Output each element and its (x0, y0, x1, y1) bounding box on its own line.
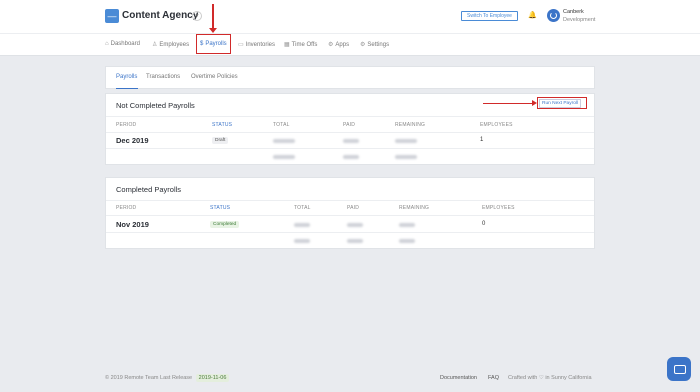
tab-transactions[interactable]: Transactions (146, 74, 180, 80)
header-remaining: REMAINING (399, 205, 430, 211)
tab-payrolls[interactable]: Payrolls (116, 74, 137, 80)
faq-link[interactable]: FAQ (488, 375, 499, 381)
annotation-highlight-payrolls (196, 34, 231, 54)
remaining-value (399, 223, 415, 227)
apps-icon: ⚙ (328, 42, 334, 48)
user-icon: ♙ (152, 42, 158, 48)
main-navigation: ⌂ Dashboard ♙ Employees $ Payrolls ▭ Invento… (0, 33, 700, 56)
employee-count: 0 (482, 221, 486, 227)
employee-count: 1 (480, 137, 484, 143)
user-name[interactable]: Canberk (563, 9, 584, 15)
completed-payrolls-card: Completed Payrolls PERIOD STATUS TOTAL P… (105, 177, 595, 249)
nav-item-settings[interactable]: ⚙ Settings (360, 41, 389, 48)
tab-overtime-policies[interactable]: Overtime Policies (191, 74, 238, 80)
payroll-tabs: Payrolls Transactions Overtime Policies (105, 66, 595, 89)
switch-to-employee-button[interactable]: Switch To Employee (461, 11, 518, 21)
annotation-highlight-run (537, 97, 587, 109)
card-title: Completed Payrolls (116, 185, 182, 194)
total-sum (294, 239, 310, 243)
paid-value (343, 139, 359, 143)
header-period: PERIOD (116, 122, 137, 128)
header-total: TOTAL (294, 205, 311, 211)
annotation-arrow-head (209, 28, 217, 33)
user-organization: Development (563, 17, 596, 23)
header-period: PERIOD (116, 205, 137, 211)
header-employees: EMPLOYEES (482, 205, 515, 211)
status-badge: Draft (212, 137, 229, 144)
payroll-period[interactable]: Dec 2019 (116, 136, 149, 145)
total-sum (273, 155, 295, 159)
dashboard-icon: ⌂ (105, 41, 109, 47)
header-paid: PAID (347, 205, 360, 211)
header-employees: EMPLOYEES (480, 122, 513, 128)
paid-sum (347, 239, 363, 243)
header-total: TOTAL (273, 122, 290, 128)
divider (106, 200, 594, 201)
header-status[interactable]: STATUS (212, 122, 232, 128)
status-badge: Completed (210, 221, 240, 228)
header-paid: PAID (343, 122, 356, 128)
nav-item-dashboard[interactable]: ⌂ Dashboard (105, 41, 140, 47)
inventory-icon: ▭ (238, 42, 244, 48)
chevron-down-icon[interactable]: ▼ (192, 11, 202, 21)
company-name[interactable]: Content Agency (122, 9, 198, 23)
divider (106, 132, 594, 133)
chat-icon[interactable] (667, 357, 691, 381)
nav-item-inventories[interactable]: ▭ Inventories (238, 41, 275, 48)
paid-sum (343, 155, 359, 159)
header-status[interactable]: STATUS (210, 205, 230, 211)
divider (106, 215, 594, 216)
total-value (273, 139, 295, 143)
total-value (294, 223, 310, 227)
table-row (106, 148, 594, 149)
active-tab-indicator (116, 88, 138, 89)
remaining-value (395, 139, 417, 143)
release-date-badge: 2019-11-06 (195, 374, 230, 382)
top-bar: — Content Agency ▼ Switch To Employee 🔔 … (0, 0, 700, 33)
nav-item-time-offs[interactable]: ▦ Time Offs (284, 41, 317, 48)
divider (106, 116, 594, 117)
annotation-arrow-shaft (212, 4, 214, 30)
annotation-arrow-head (532, 100, 537, 106)
footer-copyright: © 2019 Remote Team Last Release 2019-11-… (105, 374, 230, 382)
calendar-icon: ▦ (284, 42, 290, 48)
nav-item-apps[interactable]: ⚙ Apps (328, 41, 349, 48)
card-title: Not Completed Payrolls (116, 101, 195, 110)
paid-value (347, 223, 363, 227)
remaining-sum (399, 239, 415, 243)
crafted-note: Crafted with ♡ in Sunny California (508, 375, 592, 381)
avatar[interactable] (547, 9, 560, 22)
annotation-arrow-shaft (483, 102, 533, 104)
header-remaining: REMAINING (395, 122, 426, 128)
bell-icon[interactable]: 🔔 (528, 11, 537, 19)
remaining-sum (395, 155, 417, 159)
table-row (106, 232, 594, 233)
nav-item-employees[interactable]: ♙ Employees (152, 41, 189, 48)
documentation-link[interactable]: Documentation (440, 375, 477, 381)
payroll-period[interactable]: Nov 2019 (116, 220, 149, 229)
gear-icon: ⚙ (360, 42, 366, 48)
company-logo-icon[interactable]: — (105, 9, 119, 23)
